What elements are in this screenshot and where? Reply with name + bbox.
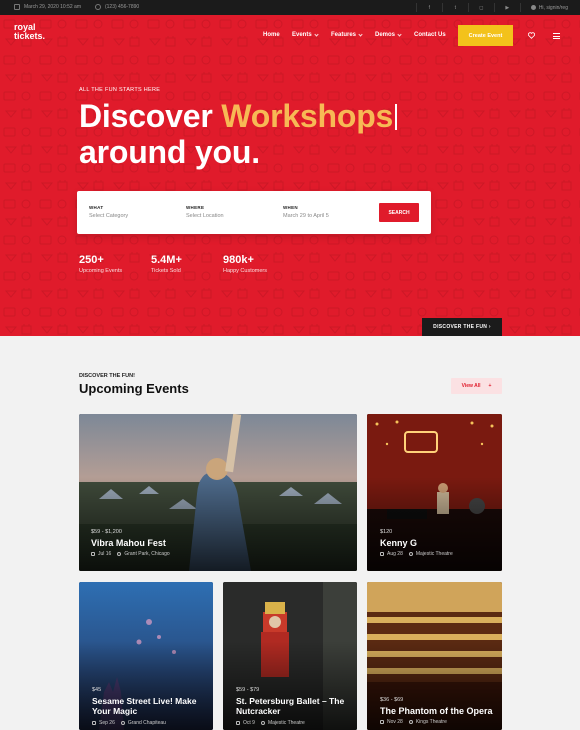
hero-eyebrow: ALL THE FUN STARTS HERE: [79, 87, 161, 93]
search-button[interactable]: SEARCH: [379, 203, 419, 222]
location-icon: [260, 721, 265, 725]
calendar-icon: [380, 720, 384, 724]
main-nav: royal tickets. Home Events Features Demo…: [0, 15, 580, 55]
youtube-icon[interactable]: ▶: [499, 3, 516, 12]
location-icon: [120, 721, 125, 725]
search-box: WHAT Select Category WHERE Select Locati…: [77, 191, 431, 234]
hero-headline: Discover Workshops around you.: [79, 98, 398, 170]
chevron-down-icon: [358, 31, 363, 37]
doodle-pattern: [0, 15, 580, 336]
view-all-button[interactable]: View All +: [451, 378, 502, 394]
event-card[interactable]: $120 Kenny G Aug 28 Majestic Theatre: [367, 414, 502, 571]
stat-customers: 980k+ Happy Customers: [223, 254, 268, 274]
discover-button[interactable]: DISCOVER THE FUN ›: [422, 318, 502, 336]
where-field[interactable]: WHERE Select Location: [186, 205, 224, 219]
user-icon: [530, 5, 536, 10]
events-title: Upcoming Events: [79, 381, 189, 396]
when-field[interactable]: WHEN March 29 to April 5: [283, 205, 329, 219]
calendar-icon: [91, 552, 95, 556]
create-event-button[interactable]: Create Event: [458, 25, 513, 46]
phone[interactable]: (123) 456-7890: [94, 4, 139, 10]
events-eyebrow: DISCOVER THE FUN!: [79, 373, 135, 379]
location-icon: [117, 552, 122, 556]
event-card[interactable]: $45 Sesame Street Live! Make Your Magic …: [79, 582, 213, 730]
logo[interactable]: royal tickets.: [14, 23, 54, 41]
calendar-icon: [236, 721, 240, 725]
chevron-down-icon: [314, 31, 319, 37]
nav-item-demos[interactable]: Demos: [375, 31, 414, 38]
nav-item-contact[interactable]: Contact Us: [414, 32, 446, 38]
stats: 250+ Upcoming Events 5.4M+ Tickets Sold …: [79, 254, 295, 274]
datetime: March 29, 2020 10:52 am: [14, 4, 81, 10]
what-field[interactable]: WHAT Select Category: [89, 205, 128, 219]
calendar-icon: [14, 4, 20, 10]
location-icon: [408, 552, 413, 556]
phone-icon: [94, 4, 101, 10]
event-card[interactable]: $36 - $69 The Phantom of the Opera Nov 2…: [367, 582, 502, 730]
signin-link[interactable]: Hi, signin/reg: [530, 5, 568, 11]
instagram-icon[interactable]: ◻: [473, 3, 490, 12]
nav-item-features[interactable]: Features: [331, 31, 375, 38]
facebook-icon[interactable]: f: [421, 3, 438, 12]
location-icon: [408, 720, 413, 724]
chevron-down-icon: [397, 31, 402, 37]
heart-icon[interactable]: [528, 32, 535, 39]
menu-icon[interactable]: [553, 33, 560, 41]
hero-section: royal tickets. Home Events Features Demo…: [0, 15, 580, 336]
calendar-icon: [92, 721, 96, 725]
stat-events: 250+ Upcoming Events: [79, 254, 123, 274]
twitter-icon[interactable]: t: [447, 3, 464, 12]
nav-item-events[interactable]: Events: [292, 31, 331, 38]
top-bar: March 29, 2020 10:52 am (123) 456-7890 f…: [0, 0, 580, 15]
nav-item-home[interactable]: Home: [263, 32, 292, 38]
event-card[interactable]: $59 - $79 St. Petersburg Ballet – The Nu…: [223, 582, 357, 730]
nav-menu: Home Events Features Demos Contact Us: [263, 31, 446, 38]
event-card[interactable]: $59 - $1,200 Vibra Mahou Fest Jul 16 Gra…: [79, 414, 357, 571]
calendar-icon: [380, 552, 384, 556]
stat-tickets: 5.4M+ Tickets Sold: [151, 254, 182, 274]
